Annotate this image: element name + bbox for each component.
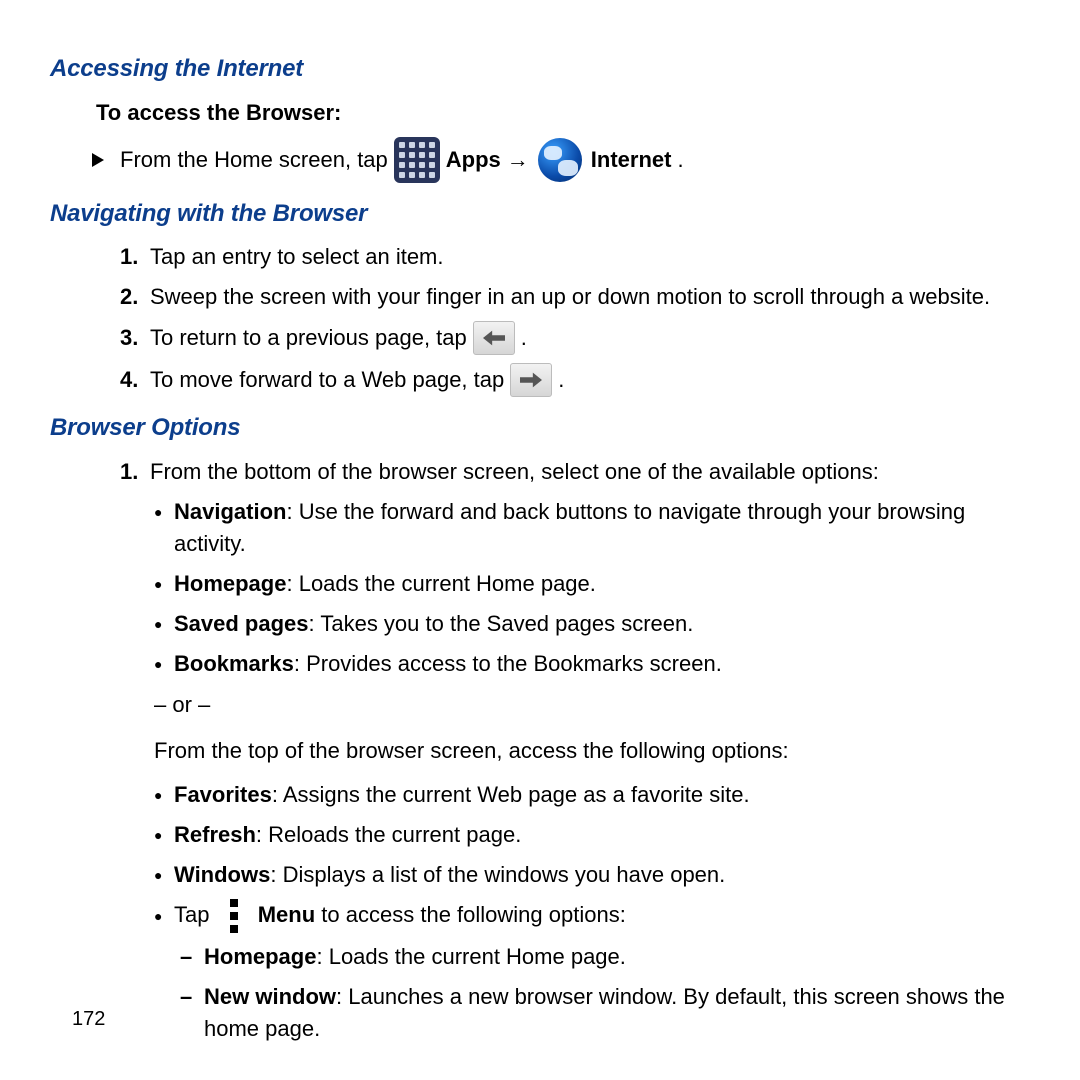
period: . xyxy=(677,144,683,176)
list-text-post: . xyxy=(521,322,527,354)
heading-navigating-browser: Navigating with the Browser xyxy=(50,197,1030,232)
forward-arrow-icon xyxy=(510,363,552,397)
bullet-text: Favorites: Assigns the current Web page … xyxy=(174,779,1030,811)
manual-page: Accessing the Internet To access the Bro… xyxy=(0,0,1080,1080)
menu-overflow-icon xyxy=(216,899,252,933)
back-arrow-icon xyxy=(473,321,515,355)
subhead-access-browser: To access the Browser: xyxy=(50,97,1030,129)
list-text: From the bottom of the browser screen, s… xyxy=(150,456,1030,488)
page-number: 172 xyxy=(72,1005,105,1034)
sub-text: Homepage: Loads the current Home page. xyxy=(204,941,1030,973)
bullet-item: ● Homepage: Loads the current Home page. xyxy=(50,568,1030,600)
apps-grid-icon xyxy=(394,137,440,183)
bullet-text: Tap Menu to access the following options… xyxy=(174,899,1030,933)
bullet-text: Refresh: Reloads the current page. xyxy=(174,819,1030,851)
list-number: 1. xyxy=(120,456,146,488)
dash-icon: – xyxy=(180,941,204,973)
list-item: 2. Sweep the screen with your finger in … xyxy=(120,281,1030,313)
list-item: 1. Tap an entry to select an item. xyxy=(120,241,1030,273)
bullet-item: ● Refresh: Reloads the current page. xyxy=(50,819,1030,851)
list-number: 1. xyxy=(120,241,146,273)
heading-accessing-internet: Accessing the Internet xyxy=(50,52,1030,87)
list-item: 4. To move forward to a Web page, tap . xyxy=(120,363,1030,397)
list-number: 4. xyxy=(120,364,146,396)
bullet-icon: ● xyxy=(154,496,174,522)
list-text-pre: To return to a previous page, tap xyxy=(150,322,467,354)
bullet-icon: ● xyxy=(154,906,174,926)
sub-item: – Homepage: Loads the current Home page. xyxy=(50,941,1030,973)
bullet-text: Homepage: Loads the current Home page. xyxy=(174,568,1030,600)
list-item: 3. To return to a previous page, tap . xyxy=(120,321,1030,355)
bullet-icon: ● xyxy=(154,779,174,805)
arrow-glyph: → xyxy=(507,144,529,176)
bullet-item: ● Windows: Displays a list of the window… xyxy=(50,859,1030,891)
access-instruction-line: From the Home screen, tap Apps → Interne… xyxy=(50,137,1030,183)
text-from-home: From the Home screen, tap xyxy=(120,144,388,176)
bullet-icon: ● xyxy=(154,819,174,845)
bullet-icon: ● xyxy=(154,859,174,885)
heading-browser-options: Browser Options xyxy=(50,411,1030,446)
bullet-item: ● Saved pages: Takes you to the Saved pa… xyxy=(50,608,1030,640)
label-internet: Internet xyxy=(591,144,672,176)
bullet-item: ● Bookmarks: Provides access to the Book… xyxy=(50,648,1030,680)
top-options-intro: From the top of the browser screen, acce… xyxy=(50,735,1030,767)
list-item: 1. From the bottom of the browser screen… xyxy=(120,456,1030,488)
bullet-text: Windows: Displays a list of the windows … xyxy=(174,859,1030,891)
sub-item: – New window: Launches a new browser win… xyxy=(50,981,1030,1045)
list-text: Tap an entry to select an item. xyxy=(150,241,1030,273)
bullet-text: Saved pages: Takes you to the Saved page… xyxy=(174,608,1030,640)
bullet-icon: ● xyxy=(154,648,174,674)
list-number: 3. xyxy=(120,322,146,354)
dash-icon: – xyxy=(180,981,204,1013)
bullet-item: ● Favorites: Assigns the current Web pag… xyxy=(50,779,1030,811)
bullet-item: ● Navigation: Use the forward and back b… xyxy=(50,496,1030,560)
sub-text: New window: Launches a new browser windo… xyxy=(204,981,1030,1045)
bullet-icon: ● xyxy=(154,568,174,594)
label-apps: Apps xyxy=(446,144,501,176)
bullet-item-menu: ● Tap Menu to access the following optio… xyxy=(50,899,1030,933)
bullet-text: Bookmarks: Provides access to the Bookma… xyxy=(174,648,1030,680)
list-text-pre: To move forward to a Web page, tap xyxy=(150,364,504,396)
or-separator: – or – xyxy=(50,689,1030,721)
bullet-text: Navigation: Use the forward and back but… xyxy=(174,496,1030,560)
triangle-bullet-icon xyxy=(92,153,104,167)
list-text-post: . xyxy=(558,364,564,396)
list-number: 2. xyxy=(120,281,146,313)
internet-globe-icon xyxy=(535,138,585,182)
bullet-icon: ● xyxy=(154,608,174,634)
list-text: Sweep the screen with your finger in an … xyxy=(150,281,1030,313)
